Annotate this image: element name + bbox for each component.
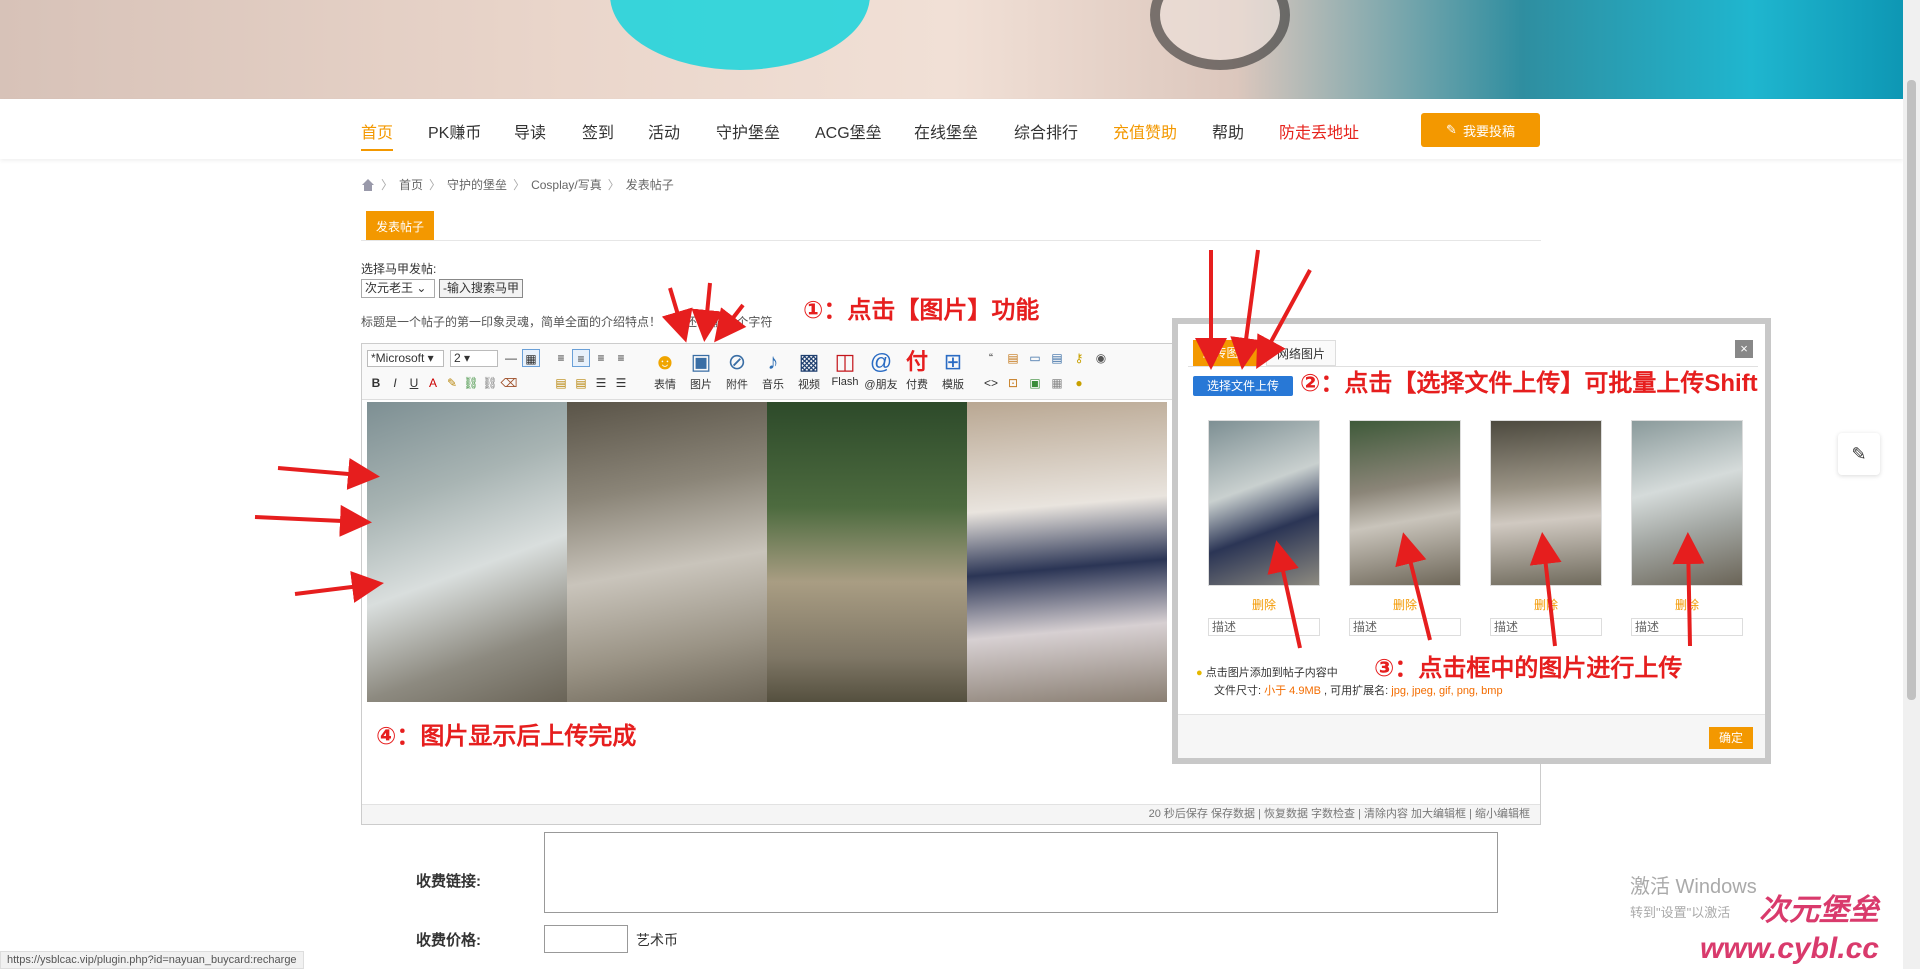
logo-name: 次元堡垒 [1758,894,1879,927]
annotation-arrows [254,249,1705,649]
edit-icon: ✎ [1851,443,1867,464]
logo-url: www.cybl.cc [1700,932,1879,965]
page-scrollbar[interactable] [1903,0,1920,969]
site-logo-watermark: 次元堡垒 www.cybl.cc [1700,892,1879,968]
edit-float-button[interactable]: ✎ [1838,433,1880,475]
scrollbar-thumb[interactable] [1907,80,1916,700]
